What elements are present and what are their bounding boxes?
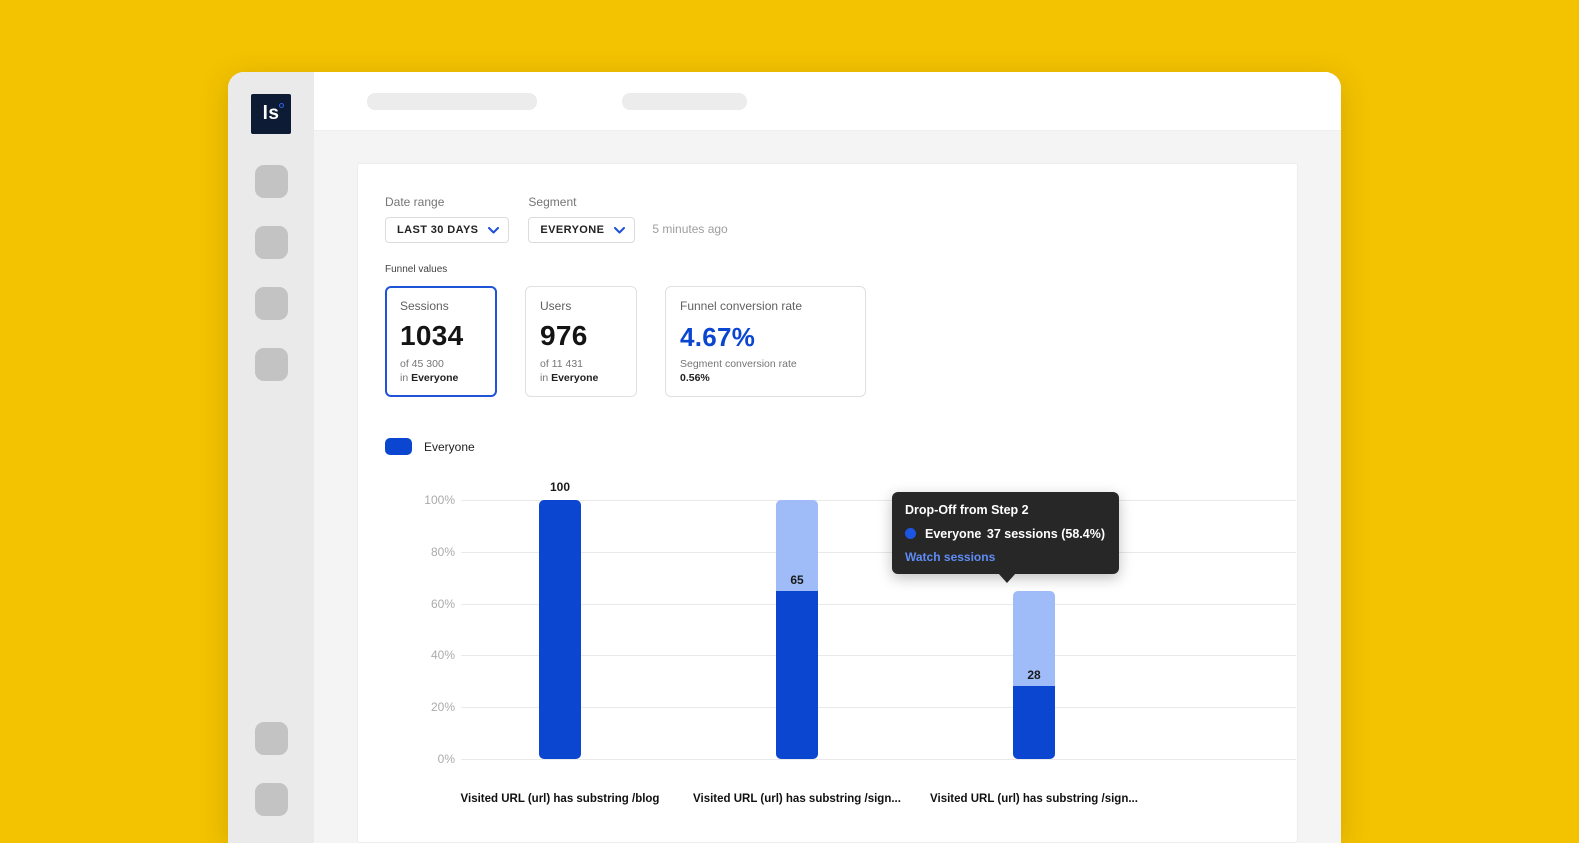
content-area: Date range LAST 30 DAYS Segment EVERYONE (314, 131, 1341, 843)
x-axis-label: Visited URL (url) has substring /sign... (930, 793, 1138, 805)
sidebar-item-placeholder-1[interactable] (254, 165, 288, 198)
date-range-label: Date range (385, 195, 445, 209)
metric-value: 1034 (400, 320, 464, 351)
app-logo[interactable]: ls (251, 94, 291, 134)
sidebar-item-placeholder-6[interactable] (254, 783, 288, 816)
metric-cards-row: Sessions 1034 of 45 300 in Everyone User… (385, 286, 1270, 397)
sidebar: ls (228, 72, 314, 843)
metric-title: Users (540, 299, 572, 313)
gridline (461, 707, 1296, 709)
logo-dot-icon (279, 103, 284, 108)
metric-card-sessions[interactable]: Sessions 1034 of 45 300 in Everyone (385, 286, 497, 397)
legend-label: Everyone (424, 439, 475, 454)
y-axis-tick: 80% (430, 544, 455, 559)
sidebar-item-placeholder-5[interactable] (254, 722, 288, 755)
segment-value: EVERYONE (540, 224, 605, 236)
date-range-value: LAST 30 DAYS (397, 224, 479, 236)
metric-value: 4.67% (680, 322, 756, 352)
sidebar-nav-bottom (254, 722, 288, 816)
gridline (461, 551, 1296, 553)
last-updated-text: 5 minutes ago (652, 222, 728, 236)
nav-placeholder-2 (622, 93, 747, 110)
y-axis-tick: 40% (430, 648, 455, 663)
y-axis-tick: 0% (437, 752, 455, 766)
chevron-down-icon (488, 226, 500, 233)
tooltip-title: Drop-Off from Step 2 (905, 503, 1029, 517)
app-logo-text: ls (262, 103, 280, 124)
gridline (461, 759, 1296, 760)
metric-card-users[interactable]: Users 976 of 11 431 in Everyone (525, 286, 637, 397)
segment-label: Segment (528, 195, 577, 209)
sidebar-item-placeholder-3[interactable] (254, 287, 288, 320)
metric-subtext: of 11 431 in Everyone (540, 357, 599, 384)
legend-swatch-everyone (385, 438, 412, 455)
y-axis-tick: 60% (430, 596, 455, 611)
funnel-bar-step-1[interactable] (539, 500, 581, 759)
metric-title: Sessions (400, 299, 449, 313)
metric-value: 976 (540, 320, 588, 351)
tooltip-series-name: Everyone (925, 526, 982, 541)
watch-sessions-link[interactable]: Watch sessions (905, 550, 1105, 564)
sidebar-nav-top (254, 165, 288, 381)
bar-value-label: 28 (1027, 668, 1041, 683)
funnel-report-card: Date range LAST 30 DAYS Segment EVERYONE (357, 163, 1298, 843)
y-axis-tick: 20% (430, 700, 455, 715)
nav-placeholder-1 (367, 93, 537, 110)
bar-completed-segment[interactable] (1013, 686, 1055, 759)
metric-subtext: Segment conversion rate 0.56% (680, 357, 797, 384)
metric-subtext: of 45 300 in Everyone (400, 357, 459, 384)
tooltip-arrow (998, 573, 1016, 583)
y-axis-tick: 100% (424, 493, 455, 507)
bar-value-label: 65 (790, 572, 804, 587)
bar-completed-segment[interactable] (776, 590, 818, 759)
segment-dropdown[interactable]: EVERYONE (528, 217, 636, 243)
chart-legend: Everyone (385, 438, 1270, 455)
series-dot-icon (905, 528, 916, 539)
tooltip-value: 37 sessions (58.4%) (986, 526, 1105, 541)
gridline (461, 603, 1296, 605)
filters-row: Date range LAST 30 DAYS Segment EVERYONE (385, 195, 1270, 243)
top-navigation (314, 72, 1341, 131)
funnel-plot: 100% 80% 60% 40% 20% 0% 100 Visited URL (url) h… (424, 480, 1296, 805)
tooltip-series-row: Everyone 37 sessions (58.4%) (905, 527, 1105, 541)
funnel-values-label: Funnel values (385, 264, 448, 275)
gridline (461, 655, 1296, 657)
chart-tooltip: Drop-Off from Step 2 Everyone 37 session… (892, 492, 1119, 583)
main-area: Date range LAST 30 DAYS Segment EVERYONE (314, 72, 1341, 843)
chevron-down-icon (614, 226, 626, 233)
app-window: ls Date range LAST 30 DAYS Segment EVERY… (228, 72, 1341, 843)
funnel-bar-step-2[interactable] (776, 500, 818, 759)
bar-completed-segment[interactable] (539, 500, 581, 759)
metric-card-conversion-rate[interactable]: Funnel conversion rate 4.67% Segment con… (665, 286, 866, 397)
sidebar-item-placeholder-2[interactable] (254, 226, 288, 259)
funnel-chart: 100% 80% 60% 40% 20% 0% 100 Visited URL (url) h… (385, 479, 1296, 809)
gridline (461, 500, 1296, 501)
date-range-dropdown[interactable]: LAST 30 DAYS (385, 217, 510, 243)
bar-value-label: 100 (549, 480, 571, 494)
sidebar-item-placeholder-4[interactable] (254, 348, 288, 381)
metric-title: Funnel conversion rate (680, 299, 803, 313)
